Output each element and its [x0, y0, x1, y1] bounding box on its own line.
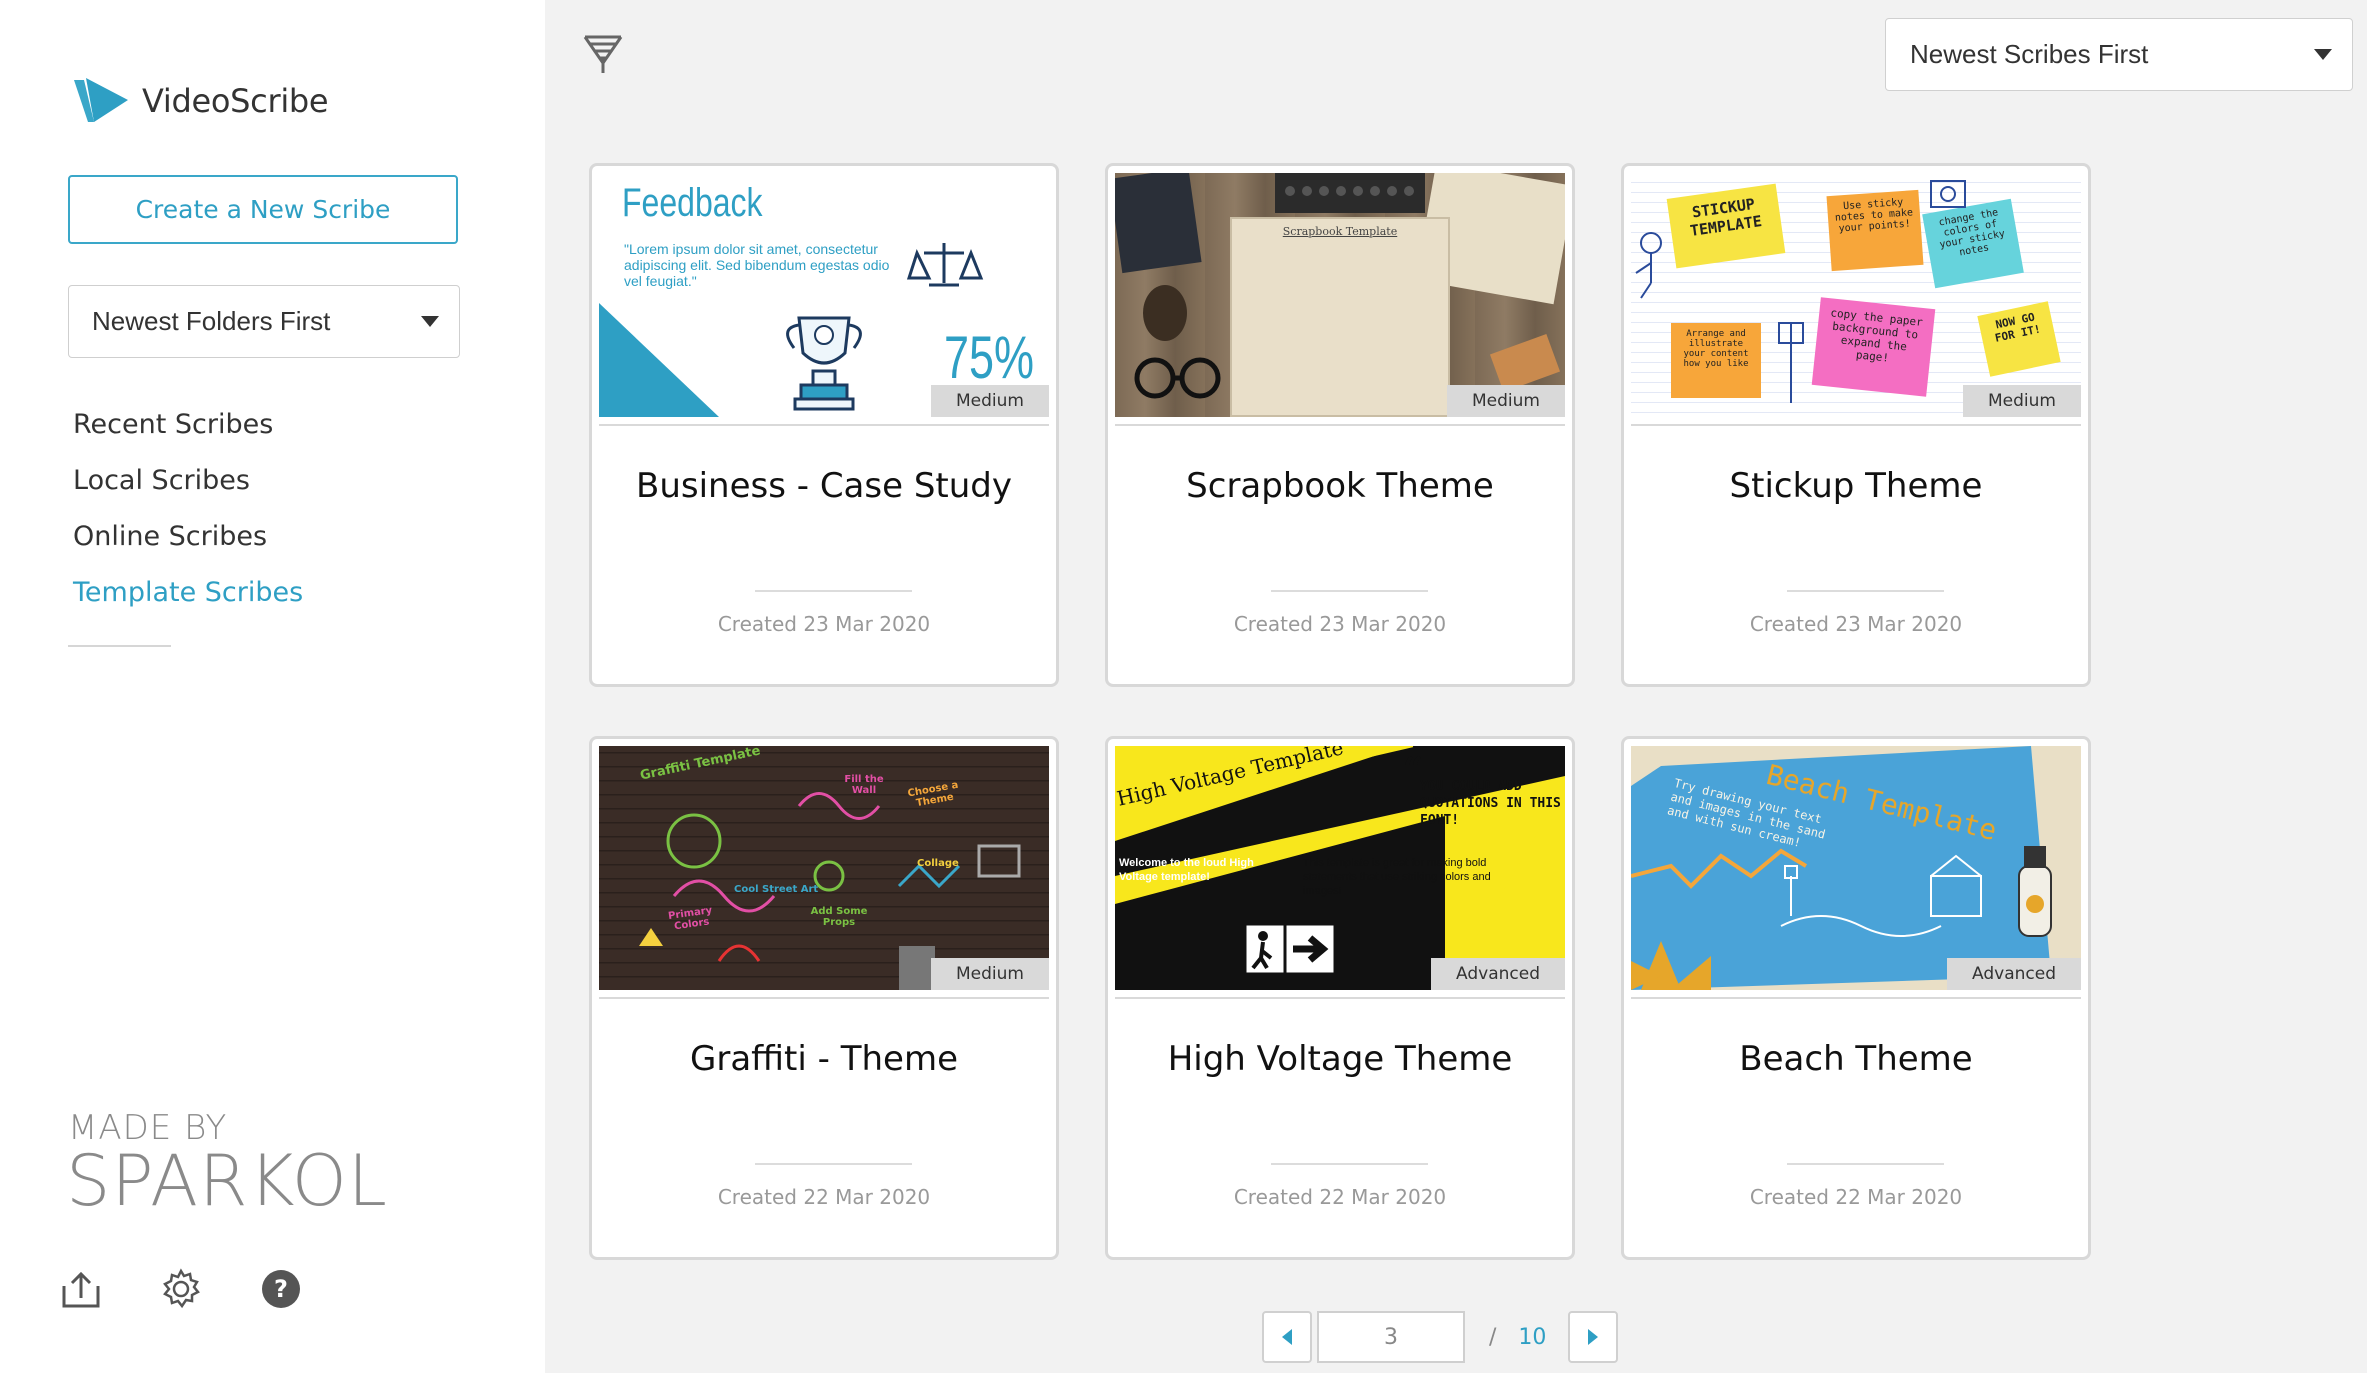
card-title: Graffiti - Theme: [690, 1039, 958, 1079]
graffiti-word: Collage: [917, 858, 959, 869]
difficulty-badge: Medium: [931, 958, 1049, 990]
card-divider: [1271, 1163, 1428, 1165]
card-date: Created 23 Mar 2020: [1233, 612, 1447, 636]
template-card[interactable]: Graffiti Template Fill the Wall Choose a…: [589, 736, 1059, 1260]
create-new-scribe-button[interactable]: Create a New Scribe: [68, 175, 458, 244]
card-title: Stickup Theme: [1729, 466, 1983, 506]
template-thumbnail: High Voltage Template “ YOU COULD ADD QU…: [1115, 746, 1565, 990]
quote-text: YOU COULD ADD QUOTATIONS IN THIS FONT!: [1420, 779, 1561, 828]
thumb-divider: [599, 997, 1049, 999]
gear-icon[interactable]: [160, 1268, 202, 1310]
thumb-heading: Scrapbook Template: [1282, 225, 1398, 238]
card-date: Created 23 Mar 2020: [1749, 612, 1963, 636]
template-card[interactable]: Scrapbook Template Medium Scrapbook Them…: [1105, 163, 1575, 687]
card-date: Created 22 Mar 2020: [1233, 1185, 1447, 1209]
sidebar-item-recent-scribes[interactable]: Recent Scribes: [73, 402, 303, 458]
difficulty-badge: Advanced: [1431, 958, 1565, 990]
sidebar-item-local-scribes[interactable]: Local Scribes: [73, 458, 303, 514]
chevron-right-icon: [1588, 1329, 1599, 1345]
template-card[interactable]: STICKUP TEMPLATE Use sticky notes to mak…: [1621, 163, 2091, 687]
template-thumbnail: Scrapbook Template Medium: [1115, 173, 1565, 417]
chevron-down-icon: [2314, 49, 2332, 60]
app-name: VideoScribe: [142, 82, 329, 120]
help-icon[interactable]: ?: [260, 1268, 302, 1310]
graffiti-word: Fill the Wall: [844, 774, 884, 796]
thumb-divider: [1631, 997, 2081, 999]
app-logo: VideoScribe: [72, 76, 329, 126]
sidebar-footer-icons: ?: [60, 1268, 360, 1310]
upload-icon[interactable]: [60, 1268, 102, 1310]
page-total: 10: [1518, 1324, 1547, 1350]
sidebar-nav: Recent Scribes Local Scribes Online Scri…: [73, 402, 303, 626]
difficulty-badge: Medium: [1963, 385, 2081, 417]
difficulty-badge: Medium: [1447, 385, 1565, 417]
difficulty-badge: Medium: [931, 385, 1049, 417]
nav-divider: [68, 645, 171, 647]
template-thumbnail: Feedback "Lorem ipsum dolor sit amet, co…: [599, 173, 1049, 417]
thumb-divider: [1115, 424, 1565, 426]
filter-icon[interactable]: [583, 33, 623, 75]
card-date: Created 22 Mar 2020: [717, 1185, 931, 1209]
svg-text:?: ?: [274, 1275, 288, 1303]
chevron-left-icon: [1282, 1329, 1292, 1345]
folder-sort-dropdown[interactable]: Newest Folders First: [68, 285, 460, 358]
pagination: 3 / 10: [1262, 1311, 1619, 1363]
graffiti-word: Cool Street Art: [734, 884, 819, 895]
thumb-stat: 75%: [944, 324, 1035, 391]
sidebar: VideoScribe Create a New Scribe Newest F…: [0, 0, 545, 1373]
card-title: High Voltage Theme: [1167, 1039, 1513, 1079]
template-card[interactable]: Feedback "Lorem ipsum dolor sit amet, co…: [589, 163, 1059, 687]
card-divider: [755, 590, 912, 592]
thumb-divider: [1631, 424, 2081, 426]
thumb-heading: Feedback: [622, 181, 763, 225]
template-thumbnail: Beach Template Try drawing your text and…: [1631, 746, 2081, 990]
template-thumbnail: STICKUP TEMPLATE Use sticky notes to mak…: [1631, 173, 2081, 417]
card-divider: [1787, 1163, 1944, 1165]
difficulty-badge: Advanced: [1947, 958, 2081, 990]
card-date: Created 23 Mar 2020: [717, 612, 931, 636]
template-thumbnail: Graffiti Template Fill the Wall Choose a…: [599, 746, 1049, 990]
card-title: Beach Theme: [1739, 1039, 1973, 1079]
scrapbook-paper: Scrapbook Template: [1230, 217, 1450, 417]
thumb-divider: [1115, 997, 1565, 999]
card-date: Created 22 Mar 2020: [1749, 1185, 1963, 1209]
card-divider: [1787, 590, 1944, 592]
thumb-divider: [599, 424, 1049, 426]
sparkol-logo: SPARKOL: [66, 1140, 388, 1222]
next-page-button[interactable]: [1568, 1311, 1619, 1363]
sidebar-item-template-scribes[interactable]: Template Scribes: [73, 570, 303, 626]
card-title: Business - Case Study: [636, 466, 1012, 506]
template-card[interactable]: High Voltage Template “ YOU COULD ADD QU…: [1105, 736, 1575, 1260]
sidebar-item-online-scribes[interactable]: Online Scribes: [73, 514, 303, 570]
chevron-down-icon: [421, 316, 439, 327]
card-title: Scrapbook Theme: [1186, 466, 1494, 506]
scribe-sort-value: Newest Scribes First: [1910, 39, 2149, 69]
desc-text: This template is great for making bold s…: [1303, 857, 1491, 897]
graffiti-word: Add Some Props: [810, 906, 868, 928]
page-separator: /: [1489, 1324, 1497, 1350]
thumb-body: "Lorem ipsum dolor sit amet, consectetur…: [624, 241, 890, 289]
card-divider: [755, 1163, 912, 1165]
scribe-sort-dropdown[interactable]: Newest Scribes First: [1885, 18, 2353, 91]
folder-sort-value: Newest Folders First: [92, 306, 331, 336]
welcome-text: Welcome to the loud High Voltage templat…: [1119, 857, 1254, 883]
card-divider: [1271, 590, 1428, 592]
videoscribe-logo-icon: [74, 78, 128, 122]
page-number-input[interactable]: 3: [1317, 1311, 1465, 1363]
template-card[interactable]: Beach Template Try drawing your text and…: [1621, 736, 2091, 1260]
prev-page-button[interactable]: [1262, 1311, 1312, 1363]
